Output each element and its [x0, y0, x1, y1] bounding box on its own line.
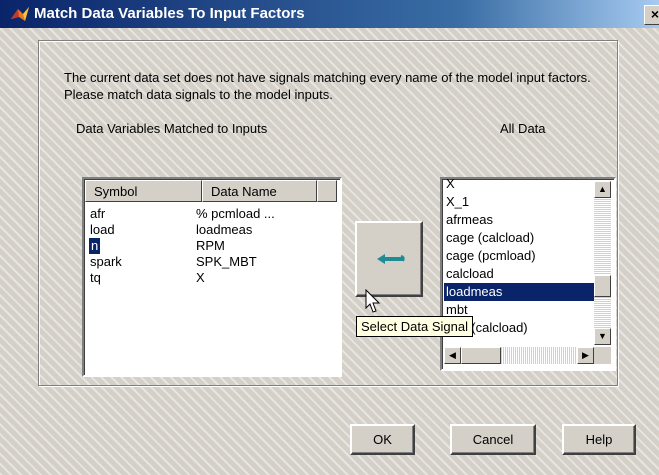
scroll-right-button[interactable]: ▶ [577, 347, 594, 364]
window-title: Match Data Variables To Input Factors [34, 5, 305, 22]
title-bar[interactable]: Match Data Variables To Input Factors × [0, 0, 659, 28]
table-row-data-name[interactable]: RPM [196, 238, 225, 254]
list-item[interactable]: cage (calcload) [446, 229, 592, 247]
table-row-symbol[interactable]: afr [90, 206, 105, 222]
close-icon: × [650, 6, 659, 22]
column-header-filler [317, 180, 337, 202]
triangle-left-icon: ◀ [449, 350, 456, 360]
list-item[interactable]: afrmeas [446, 211, 592, 229]
scroll-left-button[interactable]: ◀ [444, 347, 461, 364]
scroll-up-button[interactable]: ▲ [594, 181, 611, 198]
table-row-data-name[interactable]: X [196, 270, 205, 286]
scroll-thumb[interactable] [594, 275, 611, 297]
intro-text: The current data set does not have signa… [64, 70, 591, 102]
close-button[interactable]: × [644, 5, 659, 25]
scroll-down-button[interactable]: ▼ [594, 328, 611, 345]
scroll-corner [594, 347, 611, 364]
tooltip: Select Data Signal [356, 316, 473, 337]
table-row-symbol[interactable]: tq [90, 270, 101, 286]
table-row-data-name[interactable]: SPK_MBT [196, 254, 257, 270]
table-row-symbol[interactable]: spark [90, 254, 122, 270]
triangle-down-icon: ▼ [598, 331, 607, 341]
hscroll-thumb[interactable] [461, 347, 501, 364]
all-data-listbox[interactable]: X X_1 afrmeas cage (calcload) cage (pcml… [440, 177, 616, 371]
column-header-symbol[interactable]: Symbol [85, 180, 202, 202]
vertical-scrollbar[interactable]: ▲ ▼ [594, 181, 611, 345]
ok-button[interactable]: OK [350, 424, 415, 455]
select-data-signal-button[interactable] [355, 221, 423, 297]
matched-table[interactable]: Symbol Data Name afr % pcmload ... load … [82, 177, 342, 377]
list-item[interactable]: cage (pcmload) [446, 247, 592, 265]
list-item[interactable]: X_1 [446, 193, 592, 211]
triangle-right-icon: ▶ [582, 350, 589, 360]
left-arrow-icon [377, 254, 405, 264]
table-row-data-name[interactable]: loadmeas [196, 222, 252, 238]
table-row-data-name[interactable]: % pcmload ... [196, 206, 275, 222]
mouse-pointer-icon [365, 289, 381, 313]
table-row-symbol[interactable]: load [90, 222, 115, 238]
list-item-selected[interactable]: loadmeas [444, 283, 594, 301]
horizontal-scrollbar[interactable]: ◀ ▶ [444, 347, 594, 364]
triangle-up-icon: ▲ [598, 184, 607, 194]
cancel-button[interactable]: Cancel [450, 424, 536, 455]
table-row-symbol-selected[interactable]: n [87, 237, 102, 255]
matlab-logo-icon [10, 5, 30, 26]
list-item[interactable]: calcload [446, 265, 592, 283]
matched-label: Data Variables Matched to Inputs [76, 121, 268, 136]
help-button[interactable]: Help [562, 424, 636, 455]
column-header-data-name[interactable]: Data Name [202, 180, 317, 202]
list-item[interactable]: X [446, 179, 592, 193]
all-data-label: All Data [500, 121, 546, 136]
